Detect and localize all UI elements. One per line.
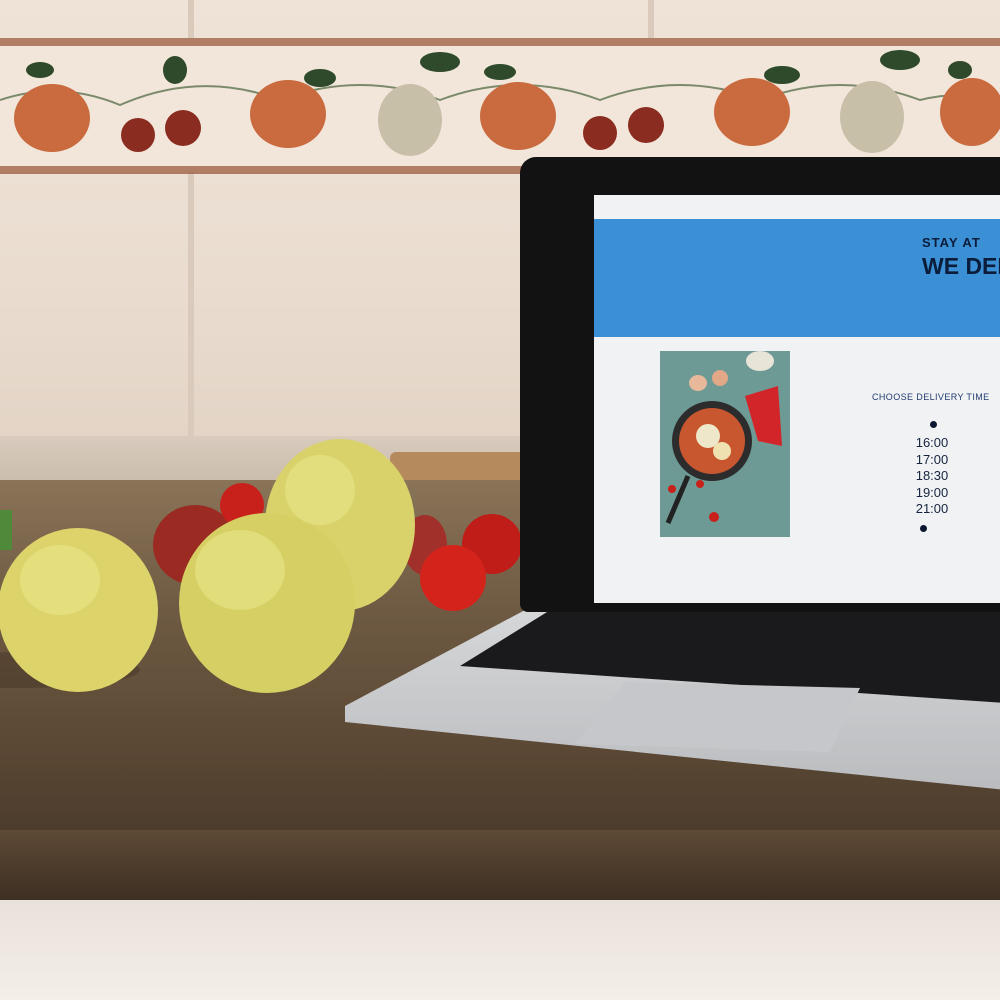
laptop-trackpad [575,682,860,752]
scroll-down-dot[interactable] [920,525,927,532]
cherry-tomato [420,545,486,611]
pan-image [665,351,782,524]
food-photo [660,351,790,537]
kitchen-scene: STAY AT WE DEL CHOOSE DELIVERY TIME 16:0… [0,0,1000,1000]
delivery-time-label: CHOOSE DELIVERY TIME [872,392,990,402]
laptop-screen: STAY AT WE DEL CHOOSE DELIVERY TIME 16:0… [594,195,1000,603]
cabinet-front [0,900,1000,1000]
time-option[interactable]: 16:00 [902,435,962,452]
time-option[interactable]: 18:30 [902,468,962,485]
hero-tagline: STAY AT [922,235,981,250]
scroll-up-dot[interactable] [930,421,937,428]
fruit-tile-pattern [0,50,1000,156]
countertop-edge [0,830,1000,900]
delivery-time-list: 16:00 17:00 18:30 19:00 21:00 [902,435,962,518]
hero-heading: WE DEL [922,253,1000,279]
time-option[interactable]: 21:00 [902,501,962,518]
time-option[interactable]: 19:00 [902,485,962,502]
time-option[interactable]: 17:00 [902,452,962,469]
